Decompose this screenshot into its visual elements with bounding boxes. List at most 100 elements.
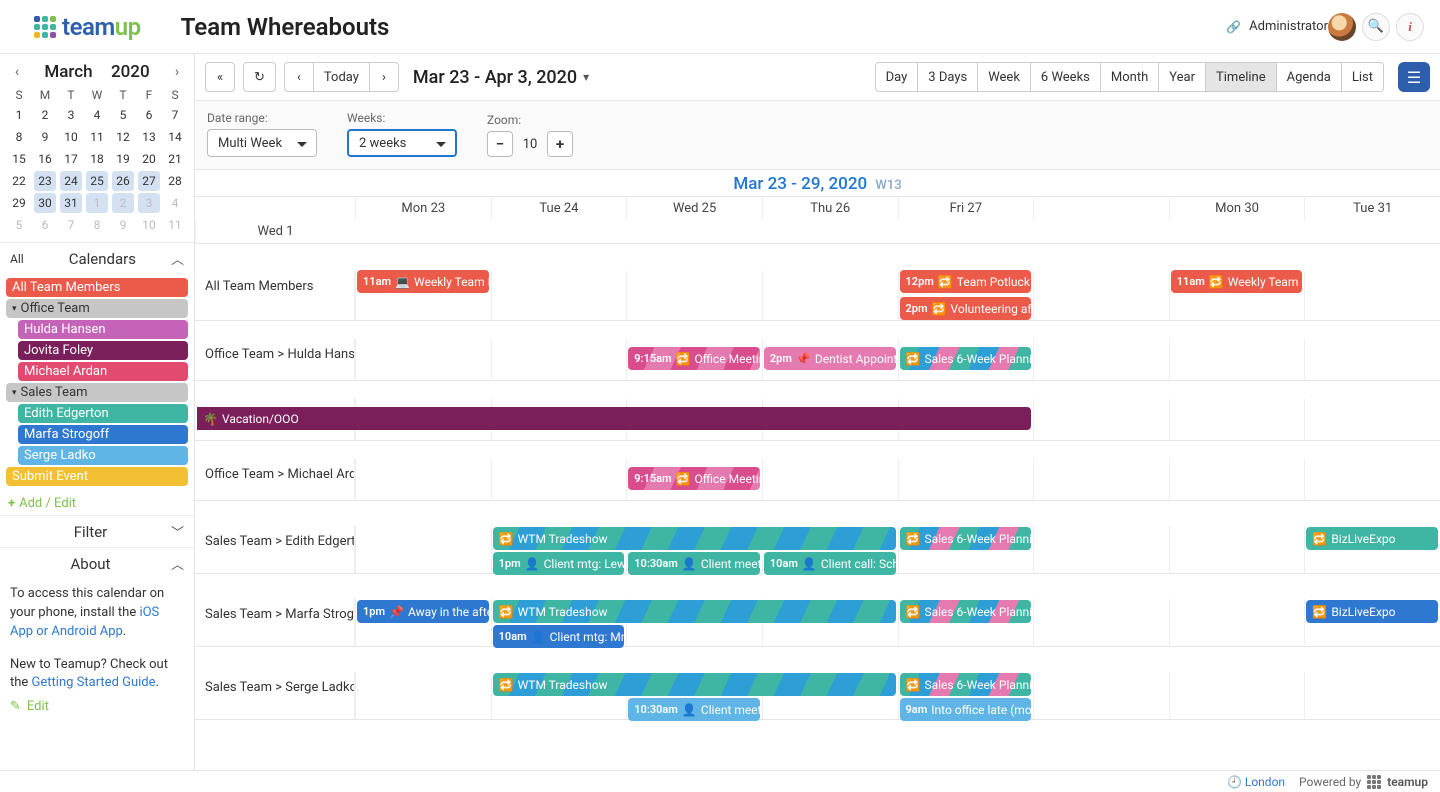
view-year[interactable]: Year bbox=[1158, 62, 1206, 92]
nav-prev-button[interactable]: ‹ bbox=[284, 62, 314, 92]
timeline-cell[interactable] bbox=[1304, 339, 1440, 380]
minical-day[interactable]: 23 bbox=[32, 170, 58, 192]
minical-day[interactable]: 13 bbox=[136, 126, 162, 148]
timeline-cell[interactable] bbox=[355, 339, 491, 380]
nav-first-button[interactable]: « bbox=[205, 62, 235, 92]
timeline-cell[interactable] bbox=[1169, 599, 1305, 647]
filter-section-head[interactable]: Filter ﹀ bbox=[0, 515, 194, 547]
view-6-weeks[interactable]: 6 Weeks bbox=[1030, 62, 1101, 92]
timeline-cell[interactable] bbox=[1304, 459, 1440, 500]
view-list[interactable]: List bbox=[1341, 62, 1384, 92]
view-day[interactable]: Day bbox=[875, 62, 919, 92]
add-edit-calendars[interactable]: Add / Edit bbox=[0, 492, 194, 515]
event[interactable]: 10am👤Client mtg: Mr. Algra bbox=[493, 625, 625, 648]
view-week[interactable]: Week bbox=[977, 62, 1031, 92]
minical-day[interactable]: 7 bbox=[58, 214, 84, 236]
minical-day[interactable]: 14 bbox=[162, 126, 188, 148]
event[interactable]: 🔁WTM Tradeshow bbox=[493, 527, 896, 550]
minical-day[interactable]: 31 bbox=[58, 192, 84, 214]
calendar-item[interactable]: Hulda Hansen bbox=[18, 320, 188, 339]
timeline-cell[interactable] bbox=[1169, 339, 1305, 380]
about-guide-link[interactable]: Getting Started Guide bbox=[32, 675, 156, 690]
event[interactable]: 🌴Vacation/OOO bbox=[197, 407, 1031, 430]
event[interactable]: 🔁BizLiveExpo bbox=[1306, 600, 1438, 623]
event[interactable]: 9amInto office late (morning bbox=[900, 698, 1032, 721]
edit-about[interactable]: ✎Edit bbox=[0, 699, 194, 714]
calendars-all[interactable]: All bbox=[10, 252, 24, 266]
zoom-in-button[interactable]: + bbox=[547, 131, 573, 157]
calendar-item[interactable]: Serge Ladko bbox=[18, 446, 188, 465]
minical-next[interactable]: › bbox=[168, 64, 186, 80]
minical-day[interactable]: 4 bbox=[162, 192, 188, 214]
logo[interactable]: teamup bbox=[34, 13, 141, 41]
calendar-item[interactable]: Marfa Strogoff bbox=[18, 425, 188, 444]
event[interactable]: 11am🔁Weekly Team Meeting bbox=[1171, 270, 1303, 293]
minical-day[interactable]: 27 bbox=[136, 170, 162, 192]
minical-day[interactable]: 2 bbox=[110, 192, 136, 214]
calendar-item[interactable]: Edith Edgerton bbox=[18, 404, 188, 423]
calendar-item[interactable]: All Team Members bbox=[6, 278, 188, 297]
minical-day[interactable]: 18 bbox=[84, 148, 110, 170]
minical-day[interactable]: 16 bbox=[32, 148, 58, 170]
timeline-cell[interactable] bbox=[1033, 399, 1169, 440]
search-button[interactable]: 🔍 bbox=[1362, 13, 1390, 41]
timeline-cell[interactable] bbox=[626, 271, 762, 321]
minical-day[interactable]: 3 bbox=[58, 104, 84, 126]
minical-day[interactable]: 11 bbox=[162, 214, 188, 236]
view-month[interactable]: Month bbox=[1100, 62, 1159, 92]
timeline-cell[interactable] bbox=[1304, 271, 1440, 321]
timeline-cell[interactable] bbox=[491, 271, 627, 321]
event[interactable]: 10am👤Client call: Schneider bbox=[764, 552, 896, 575]
minical-day[interactable]: 24 bbox=[58, 170, 84, 192]
minical-day[interactable]: 30 bbox=[32, 192, 58, 214]
timezone[interactable]: 🕘 London bbox=[1227, 775, 1285, 789]
timeline-cell[interactable] bbox=[1033, 526, 1169, 574]
calendar-item[interactable]: Jovita Foley bbox=[18, 341, 188, 360]
weeks-select[interactable]: 2 weeks bbox=[347, 129, 457, 157]
timeline-cell[interactable] bbox=[1169, 672, 1305, 720]
timeline-cell[interactable] bbox=[1033, 339, 1169, 380]
minical-day[interactable]: 26 bbox=[110, 170, 136, 192]
info-button[interactable]: i bbox=[1396, 13, 1424, 41]
calendars-section-head[interactable]: All Calendars ︿ bbox=[0, 242, 194, 274]
calendar-item[interactable]: Michael Ardan bbox=[18, 362, 188, 381]
admin-menu[interactable]: 🔗 Administrator bbox=[1226, 19, 1328, 34]
minical-day[interactable]: 5 bbox=[110, 104, 136, 126]
minical-day[interactable]: 28 bbox=[162, 170, 188, 192]
nav-next-button[interactable]: › bbox=[369, 62, 399, 92]
event[interactable]: 🔁WTM Tradeshow bbox=[493, 600, 896, 623]
about-section-head[interactable]: About ︿ bbox=[0, 547, 194, 579]
minical-day[interactable]: 9 bbox=[32, 126, 58, 148]
timeline-cell[interactable] bbox=[355, 459, 491, 500]
minical-day[interactable]: 10 bbox=[136, 214, 162, 236]
event[interactable]: 🔁Sales 6-Week Planning bbox=[900, 673, 1032, 696]
view-3-days[interactable]: 3 Days bbox=[917, 62, 978, 92]
event[interactable]: 2pm🔁Volunteering afternoon bbox=[900, 297, 1032, 320]
refresh-button[interactable]: ↻ bbox=[243, 62, 276, 92]
event[interactable]: 11am💻Weekly Team Meeting bbox=[357, 270, 489, 293]
minical-prev[interactable]: ‹ bbox=[8, 64, 26, 80]
minical-day[interactable]: 2 bbox=[32, 104, 58, 126]
event[interactable]: 9:15am🔁Office Meeting bbox=[628, 347, 760, 370]
minical-day[interactable]: 3 bbox=[136, 192, 162, 214]
event[interactable]: 🔁WTM Tradeshow bbox=[493, 673, 896, 696]
calendar-item[interactable]: Submit Event bbox=[6, 467, 188, 486]
timeline-cell[interactable] bbox=[1033, 672, 1169, 720]
date-range-display[interactable]: Mar 23 - Apr 3, 2020 ▾ bbox=[413, 67, 589, 88]
event[interactable]: 🔁Sales 6-Week Planning bbox=[900, 600, 1032, 623]
minical-day[interactable]: 29 bbox=[6, 192, 32, 214]
timeline-cell[interactable] bbox=[491, 459, 627, 500]
minical-year[interactable]: 2020 bbox=[111, 62, 150, 82]
date-range-select[interactable]: Multi Week bbox=[207, 129, 317, 157]
menu-button[interactable]: ☰ bbox=[1398, 62, 1430, 92]
minical-month[interactable]: March bbox=[44, 62, 92, 82]
minical-day[interactable]: 12 bbox=[110, 126, 136, 148]
timeline-cell[interactable] bbox=[762, 459, 898, 500]
event[interactable]: 🔁BizLiveExpo bbox=[1306, 527, 1438, 550]
timeline-cell[interactable] bbox=[1169, 399, 1305, 440]
timeline-cell[interactable] bbox=[491, 339, 627, 380]
minical-day[interactable]: 25 bbox=[84, 170, 110, 192]
event[interactable]: 12pm🔁Team Potluck Lunch bbox=[900, 270, 1032, 293]
event[interactable]: 9:15am🔁Office Meeting bbox=[628, 467, 760, 490]
timeline-cell[interactable] bbox=[762, 271, 898, 321]
